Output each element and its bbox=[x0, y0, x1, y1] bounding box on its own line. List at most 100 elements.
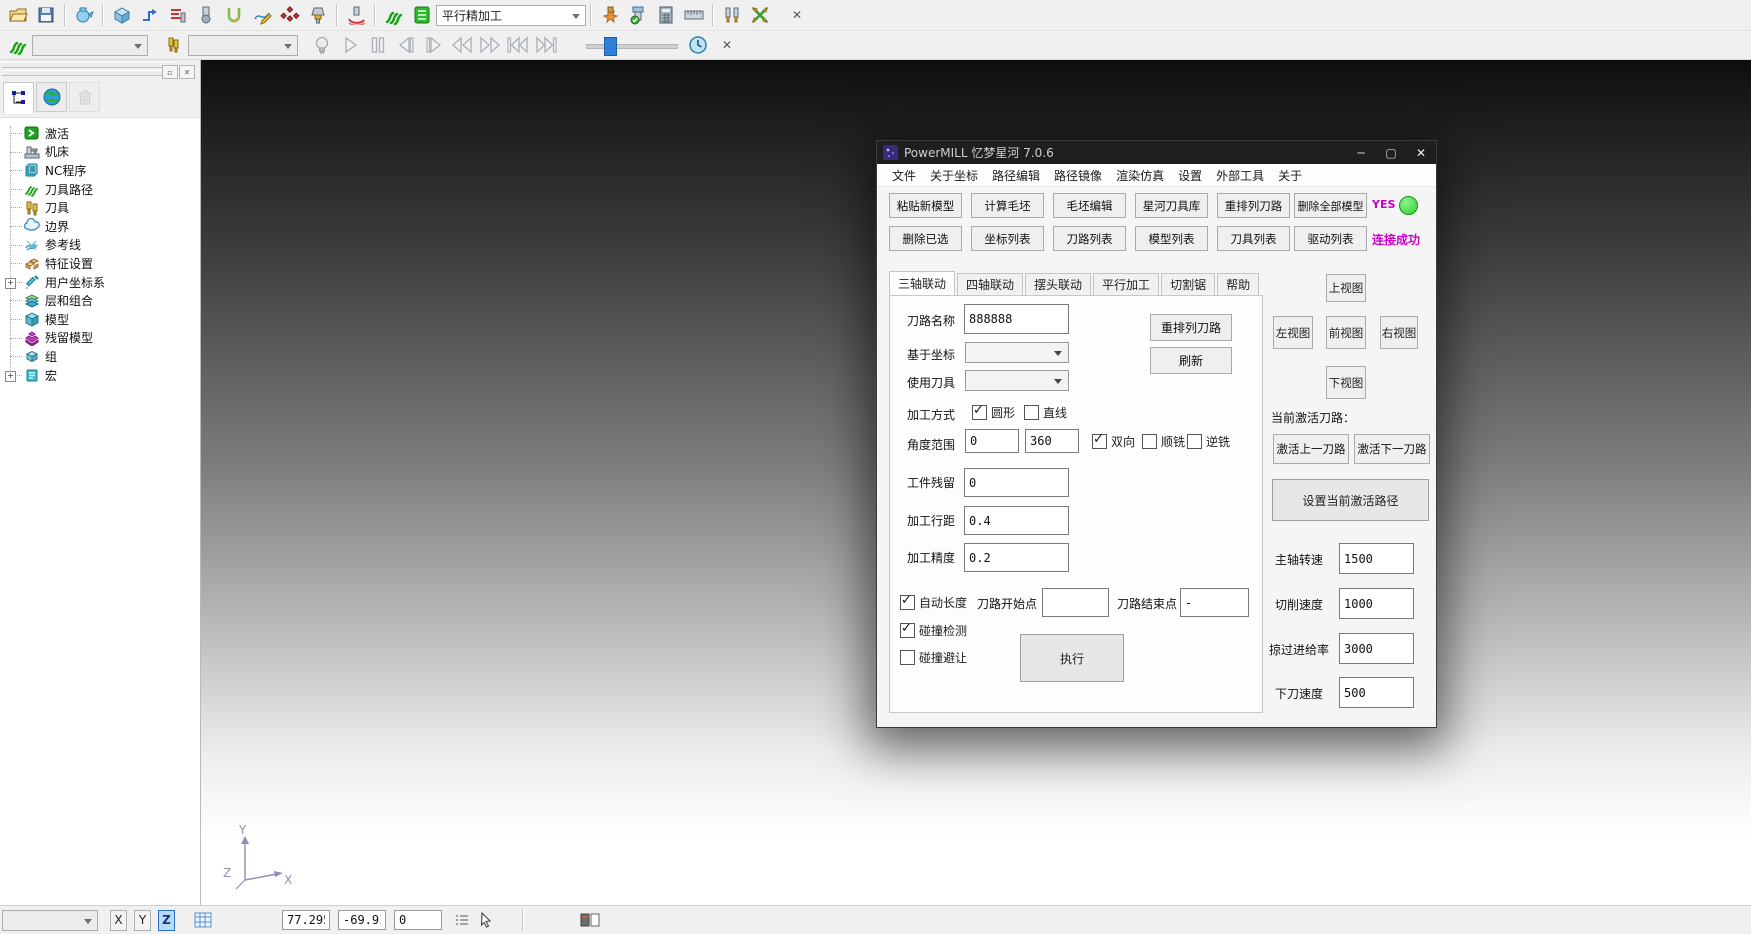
tree-item-macros[interactable]: + 宏 bbox=[0, 366, 200, 385]
reorder-toolpaths-button-2[interactable]: 重排列刀路 bbox=[1150, 314, 1232, 341]
tree-item-tools[interactable]: 刀具 bbox=[0, 198, 200, 217]
tab-web[interactable] bbox=[36, 82, 67, 112]
tree-item-toolpaths[interactable]: 刀具路径 bbox=[0, 180, 200, 199]
save-icon[interactable] bbox=[34, 3, 58, 27]
axis-z-button[interactable]: Z bbox=[158, 910, 175, 931]
tree-item-active[interactable]: 激活 bbox=[0, 124, 200, 143]
tree-item-workplanes[interactable]: + 用户坐标系 bbox=[0, 273, 200, 292]
tree-item-models[interactable]: 模型 bbox=[0, 310, 200, 329]
go-end-icon[interactable] bbox=[534, 33, 558, 57]
measure-icon[interactable] bbox=[682, 3, 706, 27]
climb-mill-checkbox[interactable]: 顺铣 bbox=[1142, 433, 1185, 450]
tab-head-tilt[interactable]: 摆头联动 bbox=[1025, 273, 1091, 295]
sim-toolpath-combobox[interactable] bbox=[32, 35, 148, 56]
pattern-edit-icon[interactable] bbox=[250, 3, 274, 27]
minimize-icon[interactable]: ─ bbox=[1346, 141, 1376, 164]
open-icon[interactable] bbox=[6, 3, 30, 27]
checkbox-icon[interactable] bbox=[900, 650, 915, 665]
view-bottom-button[interactable]: 下视图 bbox=[1326, 366, 1366, 399]
view-left-button[interactable]: 左视图 bbox=[1273, 316, 1313, 349]
tool-pair-icon[interactable] bbox=[720, 3, 744, 27]
checkbox-icon[interactable] bbox=[1024, 405, 1039, 420]
reorder-toolpaths-button[interactable]: 重排列刀路 bbox=[1217, 193, 1290, 218]
rewind-icon[interactable] bbox=[450, 33, 474, 57]
toolpath-strategy-icon[interactable] bbox=[344, 3, 368, 27]
tolerance-input[interactable] bbox=[964, 543, 1069, 572]
toolpath-name-input[interactable] bbox=[964, 304, 1069, 334]
menu-settings[interactable]: 设置 bbox=[1171, 167, 1209, 184]
refresh-button[interactable]: 刷新 bbox=[1150, 347, 1232, 374]
bidirectional-checkbox[interactable]: 双向 bbox=[1092, 433, 1135, 450]
menu-path-edit[interactable]: 路径编辑 bbox=[985, 167, 1047, 184]
skim-feed-input[interactable] bbox=[1339, 633, 1414, 664]
checkbox-icon[interactable] bbox=[1142, 434, 1157, 449]
checkbox-checked-icon[interactable] bbox=[1092, 434, 1107, 449]
coord-x-input[interactable] bbox=[282, 910, 330, 930]
tree-item-nc-programs[interactable]: NC程序 bbox=[0, 161, 200, 180]
menu-file[interactable]: 文件 bbox=[885, 167, 923, 184]
view-top-button[interactable]: 上视图 bbox=[1326, 274, 1366, 302]
strategy-list-icon[interactable] bbox=[410, 3, 434, 27]
tab-parallel[interactable]: 平行加工 bbox=[1093, 273, 1159, 295]
transform-icon[interactable] bbox=[748, 3, 772, 27]
grid-icon[interactable] bbox=[194, 911, 212, 929]
collision-avoid-checkbox[interactable]: 碰撞避让 bbox=[900, 649, 967, 666]
axis-y-button[interactable]: Y bbox=[134, 910, 151, 931]
pointer-icon[interactable] bbox=[478, 911, 494, 929]
use-tool-select[interactable] bbox=[965, 370, 1069, 391]
tree-item-patterns[interactable]: 参考线 bbox=[0, 236, 200, 255]
expand-icon[interactable]: + bbox=[5, 278, 16, 289]
menu-about-coords[interactable]: 关于坐标 bbox=[923, 167, 985, 184]
view-right-button[interactable]: 右视图 bbox=[1380, 316, 1418, 349]
tree-item-boundaries[interactable]: 边界 bbox=[0, 217, 200, 236]
compute-block-button[interactable]: 计算毛坯 bbox=[971, 193, 1044, 218]
points-pattern-icon[interactable] bbox=[278, 3, 302, 27]
go-start-icon[interactable] bbox=[506, 33, 530, 57]
tab-explorer-tree[interactable] bbox=[3, 82, 34, 114]
mode-circle-checkbox[interactable]: 圆形 bbox=[972, 404, 1015, 421]
coord-y-input[interactable] bbox=[338, 910, 386, 930]
toolbar-close-icon[interactable]: ✕ bbox=[718, 36, 736, 54]
tab-saw[interactable]: 切割锯 bbox=[1161, 273, 1215, 295]
menu-path-mirror[interactable]: 路径镜像 bbox=[1047, 167, 1109, 184]
strategy-combobox[interactable]: 平行精加工 bbox=[436, 5, 586, 26]
delete-selected-button[interactable]: 删除已选 bbox=[889, 226, 962, 251]
float-panel-icon[interactable]: ▫ bbox=[162, 65, 178, 79]
step-forward-icon[interactable] bbox=[422, 33, 446, 57]
auto-length-checkbox[interactable]: 自动长度 bbox=[900, 594, 967, 611]
block-icon[interactable] bbox=[110, 3, 134, 27]
coord-z-input[interactable] bbox=[394, 910, 442, 930]
delete-all-models-button[interactable]: 删除全部模型 bbox=[1294, 193, 1367, 218]
toolpath-list-button[interactable]: 刀路列表 bbox=[1053, 226, 1126, 251]
checkbox-checked-icon[interactable] bbox=[972, 405, 987, 420]
drive-list-button[interactable]: 驱动列表 bbox=[1294, 226, 1367, 251]
tree-item-groups[interactable]: 组 bbox=[0, 347, 200, 366]
tool-holder-icon[interactable] bbox=[306, 3, 330, 27]
statusbar-combobox[interactable] bbox=[2, 910, 98, 931]
tree-item-feature-sets[interactable]: 特征设置 bbox=[0, 254, 200, 273]
path-end-input[interactable] bbox=[1180, 588, 1249, 617]
edit-block-button[interactable]: 毛坯编辑 bbox=[1053, 193, 1126, 218]
execute-button[interactable]: 执行 bbox=[1020, 634, 1124, 682]
tool-library-button[interactable]: 星河刀具库 bbox=[1135, 193, 1208, 218]
collision-detect-checkbox[interactable]: 碰撞检测 bbox=[900, 622, 967, 639]
cutting-feed-input[interactable] bbox=[1339, 588, 1414, 619]
sim-tool-combobox[interactable] bbox=[188, 35, 298, 56]
activate-next-button[interactable]: 激活下一刀路 bbox=[1354, 434, 1430, 464]
angle-to-input[interactable] bbox=[1025, 429, 1079, 453]
slider-handle[interactable] bbox=[604, 37, 617, 56]
maximize-icon[interactable]: ▢ bbox=[1376, 141, 1406, 164]
tab-3axis[interactable]: 三轴联动 bbox=[889, 271, 955, 295]
calculator-icon[interactable] bbox=[654, 3, 678, 27]
stock-remain-input[interactable] bbox=[964, 468, 1069, 497]
tab-4axis[interactable]: 四轴联动 bbox=[957, 273, 1023, 295]
view-front-button[interactable]: 前视图 bbox=[1326, 316, 1366, 349]
tab-help[interactable]: 帮助 bbox=[1217, 273, 1259, 295]
angle-from-input[interactable] bbox=[965, 429, 1019, 453]
spindle-speed-input[interactable] bbox=[1339, 543, 1414, 574]
menu-render-sim[interactable]: 渲染仿真 bbox=[1109, 167, 1171, 184]
checkbox-checked-icon[interactable] bbox=[900, 623, 915, 638]
paste-new-model-button[interactable]: 粘贴新模型 bbox=[889, 193, 962, 218]
tree-item-stock-models[interactable]: 残留模型 bbox=[0, 329, 200, 348]
conventional-mill-checkbox[interactable]: 逆铣 bbox=[1187, 433, 1230, 450]
